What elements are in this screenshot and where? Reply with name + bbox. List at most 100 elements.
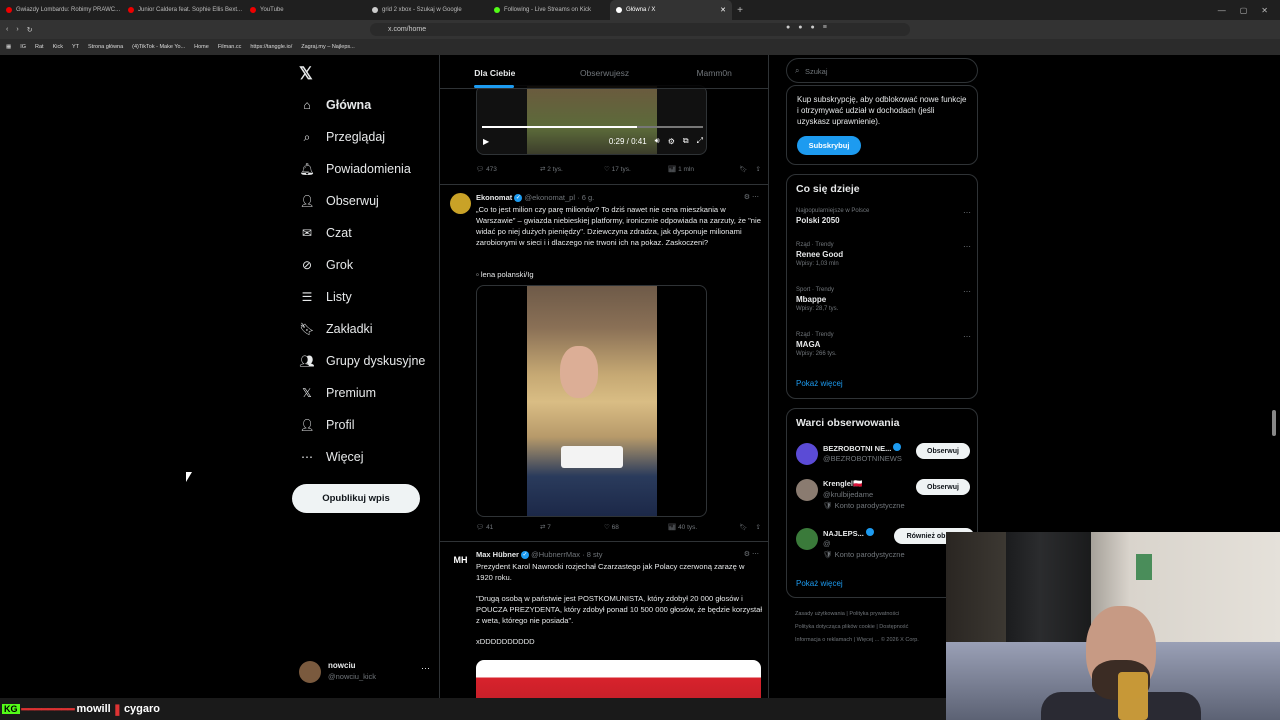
nav-item-premium[interactable]: 𝕏 Premium [300, 383, 376, 403]
nav-item-profile[interactable]: 👤︎ Profil [299, 415, 354, 435]
forward-icon[interactable]: › [16, 26, 18, 33]
follow-button[interactable]: Obserwuj [916, 443, 970, 459]
nav-item-grok[interactable]: ⊘ Grok [300, 255, 353, 275]
search-input[interactable]: ⌕ Szukaj [786, 58, 978, 83]
nav-item-more[interactable]: ⋯ Więcej [300, 447, 364, 467]
browser-tab[interactable]: Following - Live Streams on Kick [488, 0, 610, 20]
footer-link[interactable]: Polityka prywatności [849, 611, 899, 617]
like-button[interactable]: ♡ 17 tys. [604, 165, 668, 173]
post[interactable]: MH Max Hübner ✓ @HubnerrMax · 8 sty ⚙ ⋯ … [440, 541, 768, 720]
bookmark[interactable]: Kick [53, 44, 63, 50]
nav-item-lists[interactable]: ☰ Listy [300, 287, 352, 307]
settings-icon[interactable]: ⚙ [668, 137, 675, 146]
more-icon[interactable]: ⋯ [963, 287, 971, 296]
post-time[interactable]: 8 sty [587, 550, 603, 559]
nav-item-explore[interactable]: ⌕ Przeglądaj [300, 127, 385, 147]
nav-item-notifications[interactable]: 🔔︎ Powiadomienia [299, 159, 410, 179]
bookmark[interactable]: Rat [35, 44, 44, 50]
extension-icon[interactable]: ● [798, 24, 802, 31]
author-name[interactable]: Ekonomat [476, 193, 512, 202]
views-count[interactable]: 📊︎ 1 mln [668, 165, 732, 173]
scrollbar[interactable] [1272, 410, 1276, 436]
follow-suggestion[interactable]: BEZROBOTNI NE... @BEZROBOTNINEWS Obserwu… [796, 441, 971, 477]
menu-icon[interactable]: ≡ [823, 24, 827, 31]
post[interactable]: Ekonomat ✓ @ekonomat_pl · 6 g. ⚙ ⋯ „Co t… [440, 184, 768, 538]
footer-link[interactable]: Informacja o reklamach [795, 637, 852, 643]
more-icon[interactable]: ⋯ [963, 242, 971, 251]
footer-link[interactable]: Dostępność [879, 624, 908, 630]
bookmark[interactable]: Filman.cc [218, 44, 242, 50]
repost-button[interactable]: ⇄ 7 [540, 523, 604, 531]
footer-link[interactable]: Zasady użytkowania [795, 611, 845, 617]
bookmark[interactable]: IG [20, 44, 26, 50]
author-handle[interactable]: @HubnerrMax [531, 550, 580, 559]
more-icon[interactable]: ⋯ [963, 208, 971, 217]
pip-icon[interactable]: ⧉ [683, 136, 689, 146]
reply-button[interactable]: 💬︎ 473 [476, 165, 540, 173]
maximize-icon[interactable]: ▢ [1240, 6, 1248, 15]
author-name[interactable]: Max Hübner [476, 550, 519, 559]
reload-icon[interactable]: ↻ [27, 26, 33, 34]
repost-button[interactable]: ⇄ 2 tys. [540, 165, 604, 173]
account-switcher[interactable]: nowciu @nowciu_kick ⋯ [299, 657, 434, 685]
browser-tab[interactable]: Gwiazdy Lombardu: Robimy PRAWC... [0, 0, 122, 20]
reply-button[interactable]: 💬︎ 41 [476, 523, 540, 531]
close-tab-icon[interactable]: ✕ [720, 6, 726, 14]
bookmark[interactable]: Home [194, 44, 209, 50]
follow-suggestion[interactable]: NAJLEPS... @ 🛡︎ Konto parodystyczne Równ… [796, 526, 974, 562]
bookmark-icon[interactable]: 🔖︎ [739, 523, 747, 531]
show-more-link[interactable]: Pokaż więcej [796, 379, 843, 388]
extension-icon[interactable]: ● [786, 24, 790, 31]
more-icon[interactable]: ⋯ [963, 332, 971, 341]
footer-link[interactable]: Więcej ... [857, 637, 880, 643]
follow-button[interactable]: Obserwuj [916, 479, 970, 495]
nav-item-home[interactable]: ⌂ Główna [300, 95, 371, 115]
extension-icon[interactable]: ● [810, 24, 814, 31]
post-image[interactable] [476, 285, 707, 517]
more-icon[interactable]: ⋯ [421, 663, 430, 674]
browser-tab[interactable]: grid 2 xbox - Szukaj w Google [366, 0, 488, 20]
share-icon[interactable]: ⇪ [756, 523, 761, 531]
browser-tab[interactable]: YouTube [244, 0, 366, 20]
apps-icon[interactable]: ▦ [6, 44, 11, 50]
subscribe-button[interactable]: Subskrybuj [797, 136, 861, 155]
trend-item[interactable]: Sport · Trendy Mbappe Wpisy: 28,7 tys. ⋯ [796, 287, 971, 312]
bookmark[interactable]: YT [72, 44, 79, 50]
trend-item[interactable]: Rząd · Trendy MAGA Wpisy: 266 tys. ⋯ [796, 332, 971, 357]
video-progress-bar[interactable] [482, 126, 703, 128]
post-menu[interactable]: ⚙ ⋯ [744, 193, 759, 201]
views-count[interactable]: 📊︎ 40 tys. [668, 523, 732, 531]
bookmark[interactable]: https://tanggle.io/ [250, 44, 292, 50]
trend-item[interactable]: Rząd · Trendy Renee Good Wpisy: 1,03 mln ⋯ [796, 242, 971, 267]
tab-for-you[interactable]: Dla Ciebie [440, 55, 550, 88]
new-tab-button[interactable]: + [732, 5, 748, 16]
bookmark[interactable]: Zagraj.my – Najleps... [301, 44, 355, 50]
nav-item-chat[interactable]: ✉ Czat [300, 223, 352, 243]
trend-item[interactable]: Najpopularniejsze w Polsce Polski 2050 ⋯ [796, 208, 971, 225]
nav-item-follow[interactable]: 👤︎ Obserwuj [299, 191, 378, 211]
like-button[interactable]: ♡ 68 [604, 523, 668, 531]
author-handle[interactable]: @ekonomat_pl [524, 193, 575, 202]
back-icon[interactable]: ‹ [6, 26, 8, 33]
play-icon[interactable]: ▶ [483, 137, 489, 146]
video-player[interactable]: ▶ 0:29 / 0:41 🔊︎ ⚙ ⧉ ⤢ [476, 85, 707, 155]
bookmark[interactable]: Strona główna [88, 44, 123, 50]
bookmark[interactable]: (4)TikTok - Make Yo... [132, 44, 185, 50]
bookmark-icon[interactable]: 🔖︎ [739, 165, 747, 173]
browser-tab[interactable]: Junior Caldera feat. Sophie Ellis Bext..… [122, 0, 244, 20]
x-logo-icon[interactable]: 𝕏 [299, 64, 313, 84]
post-button[interactable]: Opublikuj wpis [292, 484, 420, 513]
close-window-icon[interactable]: ✕ [1261, 6, 1268, 15]
tab-mammon[interactable]: Mamm0n [659, 55, 768, 88]
follow-suggestion[interactable]: Krenglel🇵🇱 @krulbijedame 🛡︎ Konto parody… [796, 477, 971, 513]
browser-tab-active[interactable]: Główna / X ✕ [610, 0, 732, 20]
nav-item-communities[interactable]: 👥︎ Grupy dyskusyjne [299, 351, 425, 371]
post-menu[interactable]: ⚙ ⋯ [744, 550, 759, 558]
share-icon[interactable]: ⇪ [756, 165, 761, 173]
minimize-icon[interactable]: — [1218, 6, 1226, 15]
post-time[interactable]: 6 g. [582, 193, 595, 202]
fullscreen-icon[interactable]: ⤢ [697, 136, 703, 146]
nav-item-bookmarks[interactable]: 🔖︎ Zakładki [299, 319, 372, 339]
tab-following[interactable]: Obserwujesz [550, 55, 660, 88]
show-more-link[interactable]: Pokaż więcej [796, 579, 843, 588]
